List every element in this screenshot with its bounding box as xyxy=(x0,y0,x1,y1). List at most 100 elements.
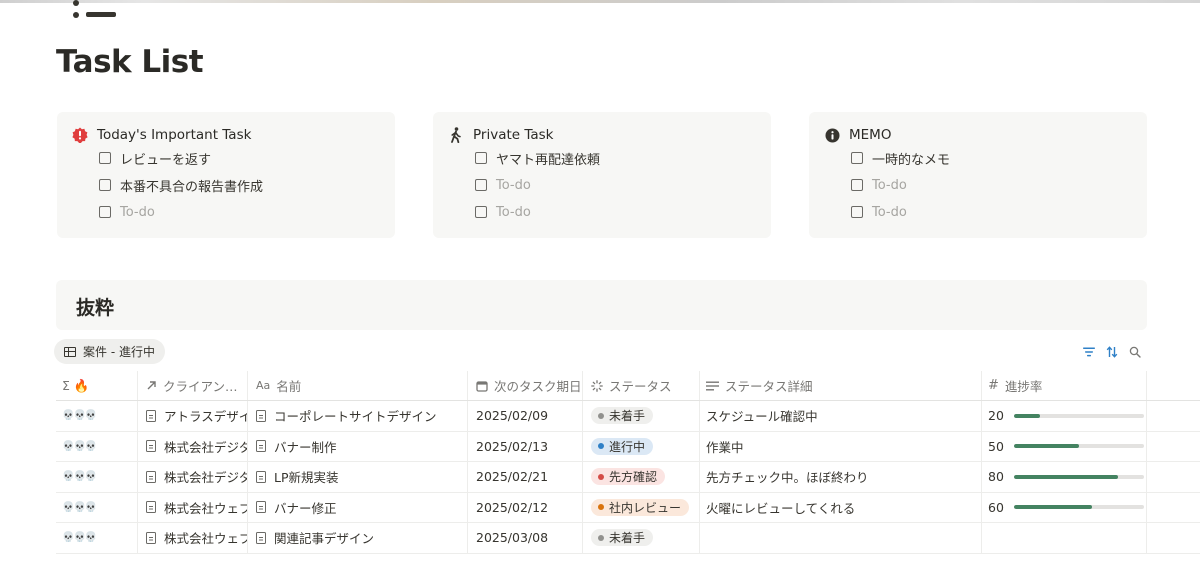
column-header-status[interactable]: ステータス xyxy=(583,371,700,400)
checkbox[interactable] xyxy=(99,179,111,191)
progress-cell[interactable]: 20 xyxy=(982,401,1147,431)
due-cell[interactable]: 2025/03/08 xyxy=(468,523,583,553)
rollup-cell[interactable]: 💀💀💀 xyxy=(56,492,138,522)
progress-fill xyxy=(1014,505,1092,510)
status-detail-cell[interactable]: スケジュール確認中 xyxy=(700,401,982,431)
todo-item[interactable]: To-do xyxy=(851,172,1147,198)
view-tab-active-projects[interactable]: 案件 - 進行中 xyxy=(54,339,165,364)
status-detail-cell[interactable]: 先方チェック中。ほぼ終わり xyxy=(700,462,982,492)
progress-cell[interactable]: 80 xyxy=(982,462,1147,492)
checkbox[interactable] xyxy=(851,152,863,164)
checkbox[interactable] xyxy=(851,206,863,218)
todo-text[interactable]: レビューを返す xyxy=(120,149,211,168)
status-badge[interactable]: 未着手 xyxy=(591,407,654,425)
todo-item[interactable]: ヤマト再配達依頼 xyxy=(475,145,771,171)
client-name[interactable]: 株式会社ウェブ xyxy=(164,498,247,517)
list-icon[interactable] xyxy=(70,0,120,22)
status-cell[interactable]: 先方確認 xyxy=(583,462,700,492)
todo-item[interactable]: To-do xyxy=(475,172,771,198)
status-cell[interactable]: 社内レビュー xyxy=(583,492,700,522)
todo-placeholder[interactable]: To-do xyxy=(496,205,531,220)
due-cell[interactable]: 2025/02/09 xyxy=(468,401,583,431)
column-header-status-detail[interactable]: ステータス詳細 xyxy=(700,371,982,400)
todo-text[interactable]: 一時的なメモ xyxy=(872,149,950,168)
table-row[interactable]: 💀💀💀 株式会社デジタル バナー制作 2025/02/13 進行中 作業中 50 xyxy=(56,431,1200,462)
status-detail-cell[interactable] xyxy=(700,523,982,553)
checkbox[interactable] xyxy=(475,179,487,191)
todo-text[interactable]: 本番不具合の報告書作成 xyxy=(120,176,263,195)
todo-item[interactable]: 一時的なメモ xyxy=(851,145,1147,171)
progress-cell[interactable] xyxy=(982,523,1147,553)
due-cell[interactable]: 2025/02/21 xyxy=(468,462,583,492)
table-row[interactable]: 💀💀💀 株式会社ウェブ 関連記事デザイン 2025/03/08 未着手 xyxy=(56,523,1200,554)
todo-item[interactable]: 本番不具合の報告書作成 xyxy=(99,172,395,198)
client-name[interactable]: 株式会社デジタル xyxy=(164,437,247,456)
todo-text[interactable]: ヤマト再配達依頼 xyxy=(496,149,600,168)
progress-cell[interactable]: 50 xyxy=(982,431,1147,461)
table-row[interactable]: 💀💀💀 株式会社デジタル LP新規実装 2025/02/21 先方確認 先方チェック中。ほ… xyxy=(56,462,1200,493)
filter-icon[interactable] xyxy=(1082,345,1096,359)
status-cell[interactable]: 未着手 xyxy=(583,523,700,553)
todo-placeholder[interactable]: To-do xyxy=(872,178,907,193)
status-badge[interactable]: 未着手 xyxy=(591,529,654,547)
progress-bar: 60 xyxy=(988,500,1144,515)
due-cell[interactable]: 2025/02/13 xyxy=(468,431,583,461)
progress-track xyxy=(1014,474,1144,479)
status-detail-cell[interactable]: 火曜にレビューしてくれる xyxy=(700,492,982,522)
project-name[interactable]: 関連記事デザイン xyxy=(274,528,374,547)
column-header-progress[interactable]: # 進捗率 xyxy=(982,371,1147,400)
rollup-cell[interactable]: 💀💀💀 xyxy=(56,401,138,431)
name-cell[interactable]: LP新規実装 xyxy=(248,462,468,492)
client-cell[interactable]: 株式会社デジタル xyxy=(138,462,248,492)
project-name[interactable]: コーポレートサイトデザイン xyxy=(274,406,437,425)
client-cell[interactable]: 株式会社デジタル xyxy=(138,431,248,461)
status-badge[interactable]: 先方確認 xyxy=(591,468,666,486)
client-cell[interactable]: 株式会社ウェブ xyxy=(138,523,248,553)
client-name[interactable]: 株式会社ウェブ xyxy=(164,528,247,547)
due-cell[interactable]: 2025/02/12 xyxy=(468,492,583,522)
todo-placeholder[interactable]: To-do xyxy=(120,205,155,220)
status-detail-cell[interactable]: 作業中 xyxy=(700,431,982,461)
status-badge[interactable]: 進行中 xyxy=(591,437,654,455)
project-name[interactable]: バナー制作 xyxy=(274,437,337,456)
column-header-label: Σ 🔥 xyxy=(62,377,90,393)
todo-placeholder[interactable]: To-do xyxy=(872,205,907,220)
column-header-name[interactable]: Aa 名前 xyxy=(248,371,468,400)
column-header-due[interactable]: 次のタスク期日 xyxy=(468,371,583,400)
todo-item[interactable]: To-do xyxy=(851,199,1147,225)
client-name[interactable]: 株式会社デジタル xyxy=(164,467,247,486)
status-badge[interactable]: 社内レビュー xyxy=(591,498,690,516)
todo-placeholder[interactable]: To-do xyxy=(496,178,531,193)
checkbox[interactable] xyxy=(851,179,863,191)
project-name[interactable]: LP新規実装 xyxy=(274,467,339,486)
table-row[interactable]: 💀💀💀 アトラスデザイン コーポレートサイトデザイン 2025/02/09 未着手 スケジ… xyxy=(56,401,1200,432)
rollup-cell[interactable]: 💀💀💀 xyxy=(56,523,138,553)
todo-item[interactable]: レビューを返す xyxy=(99,145,395,171)
project-name[interactable]: バナー修正 xyxy=(274,498,337,517)
search-icon[interactable] xyxy=(1128,345,1142,359)
text-lines-icon xyxy=(706,381,719,391)
todo-item[interactable]: To-do xyxy=(99,199,395,225)
checkbox[interactable] xyxy=(99,206,111,218)
column-header-rollup[interactable]: Σ 🔥 xyxy=(56,371,138,400)
column-header-client[interactable]: クライアン… xyxy=(138,371,248,400)
status-cell[interactable]: 未着手 xyxy=(583,401,700,431)
status-label: 進行中 xyxy=(609,439,646,454)
sort-icon[interactable] xyxy=(1105,345,1119,359)
status-cell[interactable]: 進行中 xyxy=(583,431,700,461)
todo-item[interactable]: To-do xyxy=(475,199,771,225)
rollup-cell[interactable]: 💀💀💀 xyxy=(56,431,138,461)
checkbox[interactable] xyxy=(475,206,487,218)
checkbox[interactable] xyxy=(99,152,111,164)
rollup-cell[interactable]: 💀💀💀 xyxy=(56,462,138,492)
name-cell[interactable]: コーポレートサイトデザイン xyxy=(248,401,468,431)
client-name[interactable]: アトラスデザイン xyxy=(164,406,247,425)
client-cell[interactable]: アトラスデザイン xyxy=(138,401,248,431)
progress-cell[interactable]: 60 xyxy=(982,492,1147,522)
client-cell[interactable]: 株式会社ウェブ xyxy=(138,492,248,522)
table-row[interactable]: 💀💀💀 株式会社ウェブ バナー修正 2025/02/12 社内レビュー 火曜にレビューして… xyxy=(56,492,1200,523)
checkbox[interactable] xyxy=(475,152,487,164)
name-cell[interactable]: バナー修正 xyxy=(248,492,468,522)
name-cell[interactable]: バナー制作 xyxy=(248,431,468,461)
name-cell[interactable]: 関連記事デザイン xyxy=(248,523,468,553)
